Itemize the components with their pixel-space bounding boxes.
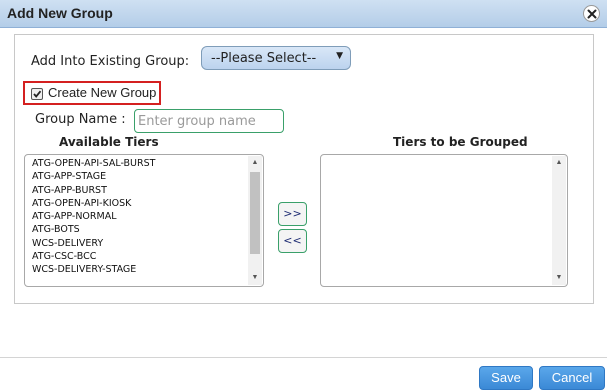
add-to-group-button[interactable]: >> xyxy=(278,202,307,226)
scroll-thumb[interactable] xyxy=(250,172,260,254)
dialog-titlebar: Add New Group xyxy=(0,0,607,28)
existing-group-select[interactable]: --Please Select-- ▼ xyxy=(201,46,351,70)
close-button[interactable] xyxy=(583,5,600,22)
existing-group-selected-value: --Please Select-- xyxy=(211,51,317,66)
dialog-title: Add New Group xyxy=(7,5,113,21)
list-item[interactable]: ATG-OPEN-API-KIOSK xyxy=(32,197,155,210)
list-item[interactable]: ATG-BOTS xyxy=(32,223,155,236)
list-item[interactable]: ATG-OPEN-API-SAL-BURST xyxy=(32,157,155,170)
group-name-label: Group Name : xyxy=(35,112,126,127)
scroll-down-arrow-icon[interactable]: ▼ xyxy=(552,271,566,285)
group-name-input[interactable] xyxy=(134,109,284,133)
existing-group-label: Add Into Existing Group: xyxy=(31,54,190,69)
list-item[interactable]: ATG-CSC-BCC xyxy=(32,250,155,263)
scroll-up-arrow-icon[interactable]: ▲ xyxy=(248,156,262,170)
tiers-to-be-grouped-list[interactable]: ▲ ▼ xyxy=(320,154,568,287)
available-tiers-items: ATG-OPEN-API-SAL-BURST ATG-APP-STAGE ATG-A… xyxy=(32,157,155,277)
list-item[interactable]: WCS-DELIVERY-STAGE xyxy=(32,263,155,276)
create-new-group-checkbox[interactable] xyxy=(31,88,43,100)
tiers-to-be-grouped-heading: Tiers to be Grouped xyxy=(393,135,528,149)
save-button[interactable]: Save xyxy=(479,366,533,390)
list-item[interactable]: ATG-APP-BURST xyxy=(32,184,155,197)
list-item[interactable]: ATG-APP-NORMAL xyxy=(32,210,155,223)
list-item[interactable]: ATG-APP-STAGE xyxy=(32,170,155,183)
dropdown-arrow-icon: ▼ xyxy=(336,51,343,61)
list-item[interactable]: WCS-DELIVERY xyxy=(32,237,155,250)
scroll-up-arrow-icon[interactable]: ▲ xyxy=(552,156,566,170)
available-tiers-heading: Available Tiers xyxy=(59,135,159,149)
footer-divider xyxy=(0,357,607,358)
cancel-button[interactable]: Cancel xyxy=(539,366,605,390)
create-new-group-label: Create New Group xyxy=(48,85,157,100)
close-x-icon xyxy=(587,9,597,19)
remove-from-group-button[interactable]: << xyxy=(278,229,307,253)
scroll-down-arrow-icon[interactable]: ▼ xyxy=(248,271,262,285)
checkmark-icon xyxy=(33,90,42,98)
available-tiers-scrollbar[interactable]: ▲ ▼ xyxy=(248,156,262,285)
grouped-tiers-scrollbar[interactable]: ▲ ▼ xyxy=(552,156,566,285)
available-tiers-list[interactable]: ATG-OPEN-API-SAL-BURST ATG-APP-STAGE ATG-A… xyxy=(24,154,264,287)
